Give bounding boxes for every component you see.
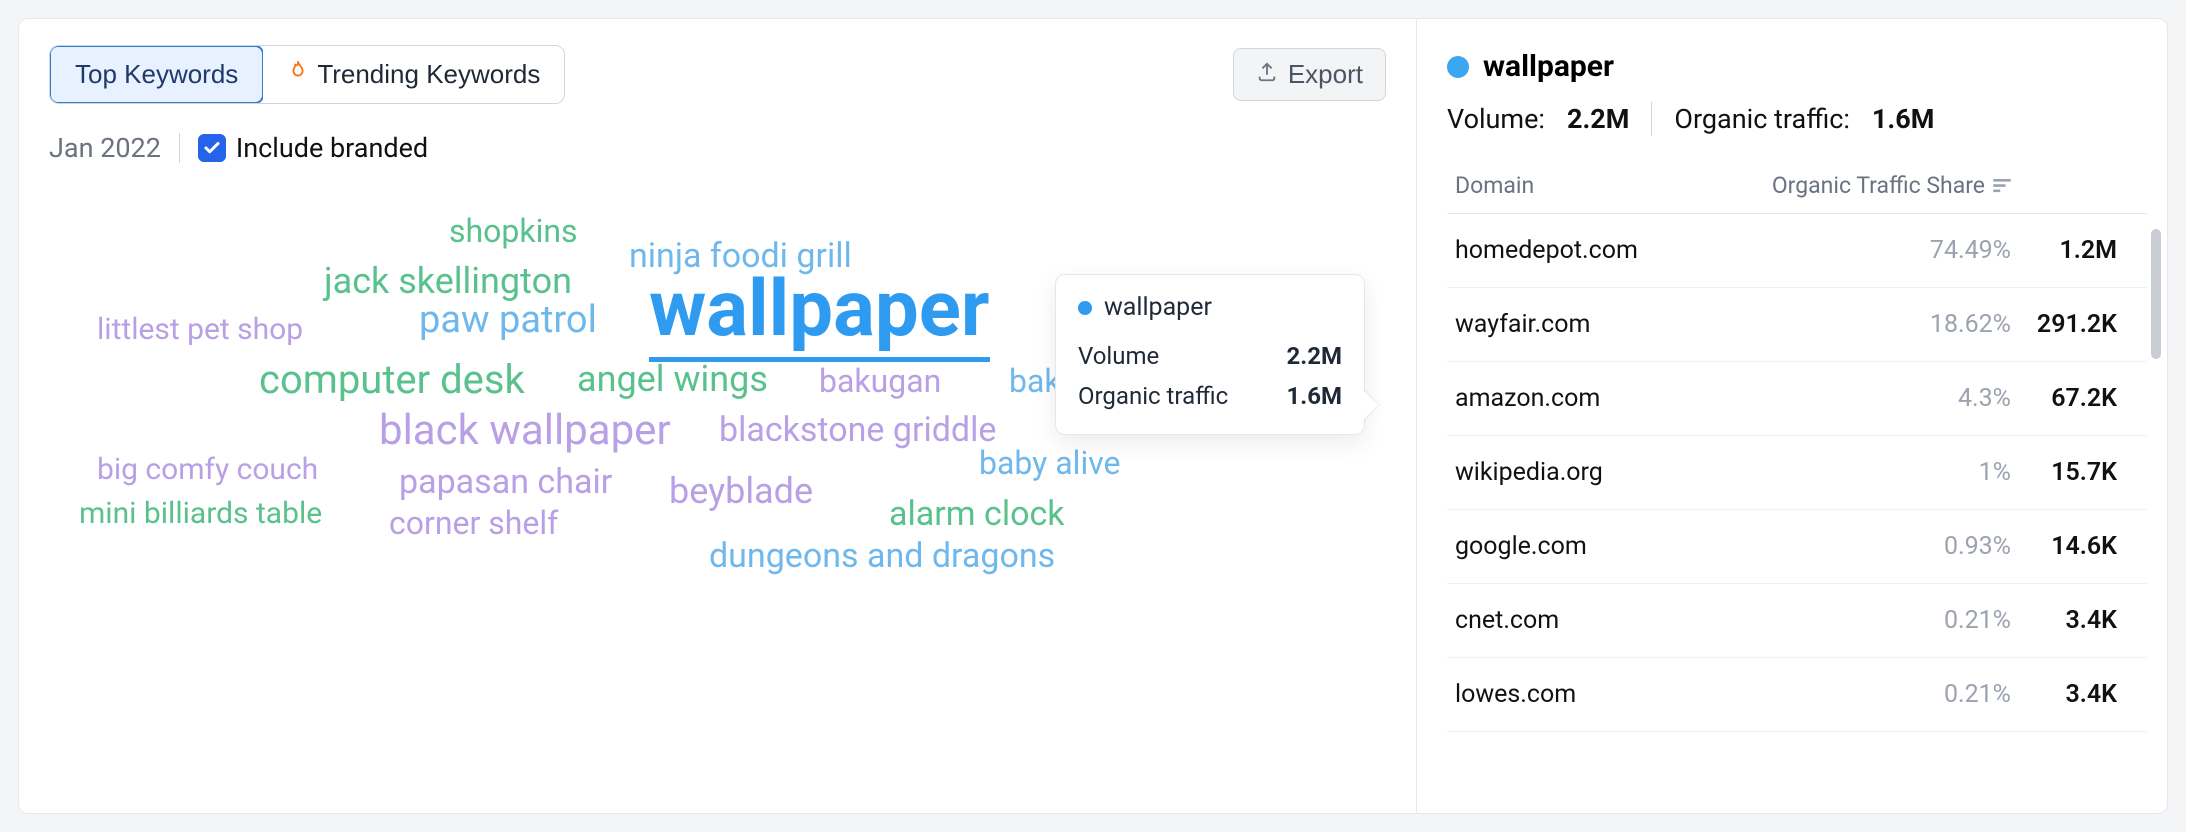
organic-label: Organic traffic: — [1674, 103, 1850, 135]
table-row[interactable]: wayfair.com18.62%291.2K — [1447, 288, 2147, 362]
cloud-word[interactable]: mini billiards table — [79, 496, 322, 531]
export-icon — [1256, 59, 1278, 90]
cloud-word[interactable]: big comfy couch — [97, 452, 318, 487]
divider — [179, 133, 180, 163]
cell-domain: amazon.com — [1447, 384, 1717, 413]
tab-label: Trending Keywords — [317, 59, 540, 90]
tooltip-row-value: 1.6M — [1286, 382, 1342, 410]
cloud-word[interactable]: beyblade — [669, 470, 813, 512]
col-domain-header[interactable]: Domain — [1447, 172, 1717, 199]
cloud-word[interactable]: computer desk — [259, 356, 525, 403]
dot-icon — [1447, 56, 1469, 78]
tab-top-keywords[interactable]: Top Keywords — [49, 45, 264, 104]
top-controls: Top Keywords Trending Keywords — [49, 45, 1386, 104]
cell-value: 1.2M — [2017, 236, 2147, 265]
selected-keyword-text: wallpaper — [1483, 49, 1614, 84]
date-label: Jan 2022 — [49, 132, 161, 164]
cell-share: 0.21% — [1717, 606, 2017, 635]
table-row[interactable]: amazon.com4.3%67.2K — [1447, 362, 2147, 436]
flame-icon — [287, 58, 309, 91]
cell-value: 67.2K — [2017, 384, 2147, 413]
tooltip-row-label: Organic traffic — [1078, 382, 1228, 410]
right-panel: wallpaper Volume: 2.2M Organic traffic: … — [1417, 19, 2167, 813]
cell-value: 3.4K — [2017, 680, 2147, 709]
include-branded-toggle[interactable]: Include branded — [198, 132, 428, 164]
tooltip-row: Organic traffic 1.6M — [1078, 376, 1342, 416]
cell-domain: wayfair.com — [1447, 310, 1717, 339]
table-row[interactable]: wikipedia.org1%15.7K — [1447, 436, 2147, 510]
metrics-row: Volume: 2.2M Organic traffic: 1.6M — [1447, 102, 2147, 136]
table-row[interactable]: cnet.com0.21%3.4K — [1447, 584, 2147, 658]
cloud-word[interactable]: dungeons and dragons — [709, 536, 1055, 576]
tooltip-title: wallpaper — [1104, 293, 1212, 322]
cell-share: 18.62% — [1717, 310, 2017, 339]
cell-domain: wikipedia.org — [1447, 458, 1717, 487]
tooltip-row-value: 2.2M — [1286, 342, 1342, 370]
tooltip-row-label: Volume — [1078, 342, 1159, 370]
cell-value: 291.2K — [2017, 310, 2147, 339]
table-row[interactable]: homedepot.com74.49%1.2M — [1447, 214, 2147, 288]
cloud-word[interactable]: jack skellington — [324, 260, 572, 302]
cell-domain: cnet.com — [1447, 606, 1717, 635]
tab-group: Top Keywords Trending Keywords — [49, 45, 565, 104]
cell-value: 14.6K — [2017, 532, 2147, 561]
cell-value: 3.4K — [2017, 606, 2147, 635]
export-button[interactable]: Export — [1233, 48, 1386, 101]
cloud-word[interactable]: wallpaper — [649, 264, 990, 362]
cloud-word[interactable]: blackstone griddle — [719, 410, 996, 450]
cell-share: 1% — [1717, 458, 2017, 487]
divider — [1651, 102, 1652, 136]
cell-value: 15.7K — [2017, 458, 2147, 487]
sort-desc-icon — [1993, 179, 2011, 193]
cloud-word[interactable]: corner shelf — [389, 504, 558, 542]
volume-label: Volume: — [1447, 103, 1545, 135]
table-body[interactable]: homedepot.com74.49%1.2Mwayfair.com18.62%… — [1447, 214, 2147, 803]
cloud-word[interactable]: papasan chair — [399, 462, 612, 502]
include-branded-label: Include branded — [236, 132, 428, 164]
col-share-label: Organic Traffic Share — [1772, 172, 1985, 199]
cell-domain: google.com — [1447, 532, 1717, 561]
organic-value: 1.6M — [1872, 103, 1934, 135]
tab-trending-keywords[interactable]: Trending Keywords — [263, 46, 564, 103]
cell-share: 0.21% — [1717, 680, 2017, 709]
export-label: Export — [1288, 59, 1363, 90]
cloud-word[interactable]: bakugan — [819, 362, 941, 400]
cell-share: 4.3% — [1717, 384, 2017, 413]
tab-label: Top Keywords — [75, 59, 238, 90]
cloud-word[interactable]: black wallpaper — [379, 406, 671, 455]
filter-row: Jan 2022 Include branded — [49, 132, 1386, 164]
col-share-header[interactable]: Organic Traffic Share — [1717, 172, 2017, 199]
cell-domain: homedepot.com — [1447, 236, 1717, 265]
left-panel: Top Keywords Trending Keywords — [19, 19, 1417, 813]
cloud-word[interactable]: shopkins — [449, 212, 578, 250]
cloud-word[interactable]: littlest pet shop — [97, 312, 303, 347]
cell-share: 74.49% — [1717, 236, 2017, 265]
table-row[interactable]: lowes.com0.21%3.4K — [1447, 658, 2147, 732]
table-header: Domain Organic Traffic Share — [1447, 162, 2147, 214]
cloud-word[interactable]: baby alive — [979, 444, 1120, 482]
cloud-word[interactable]: angel wings — [577, 358, 768, 400]
cell-share: 0.93% — [1717, 532, 2017, 561]
cloud-word[interactable]: alarm clock — [889, 494, 1065, 534]
checkbox-checked-icon — [198, 134, 226, 162]
cell-domain: lowes.com — [1447, 680, 1717, 709]
table-row[interactable]: google.com0.93%14.6K — [1447, 510, 2147, 584]
keyword-tooltip: wallpaper Volume 2.2M Organic traffic 1.6M — [1055, 274, 1365, 435]
selected-keyword: wallpaper — [1447, 49, 2147, 84]
tooltip-title-row: wallpaper — [1078, 293, 1342, 322]
dot-icon — [1078, 301, 1092, 315]
cloud-word[interactable]: paw patrol — [419, 298, 597, 342]
keywords-card: Top Keywords Trending Keywords — [18, 18, 2168, 814]
tooltip-row: Volume 2.2M — [1078, 336, 1342, 376]
volume-value: 2.2M — [1567, 103, 1629, 135]
